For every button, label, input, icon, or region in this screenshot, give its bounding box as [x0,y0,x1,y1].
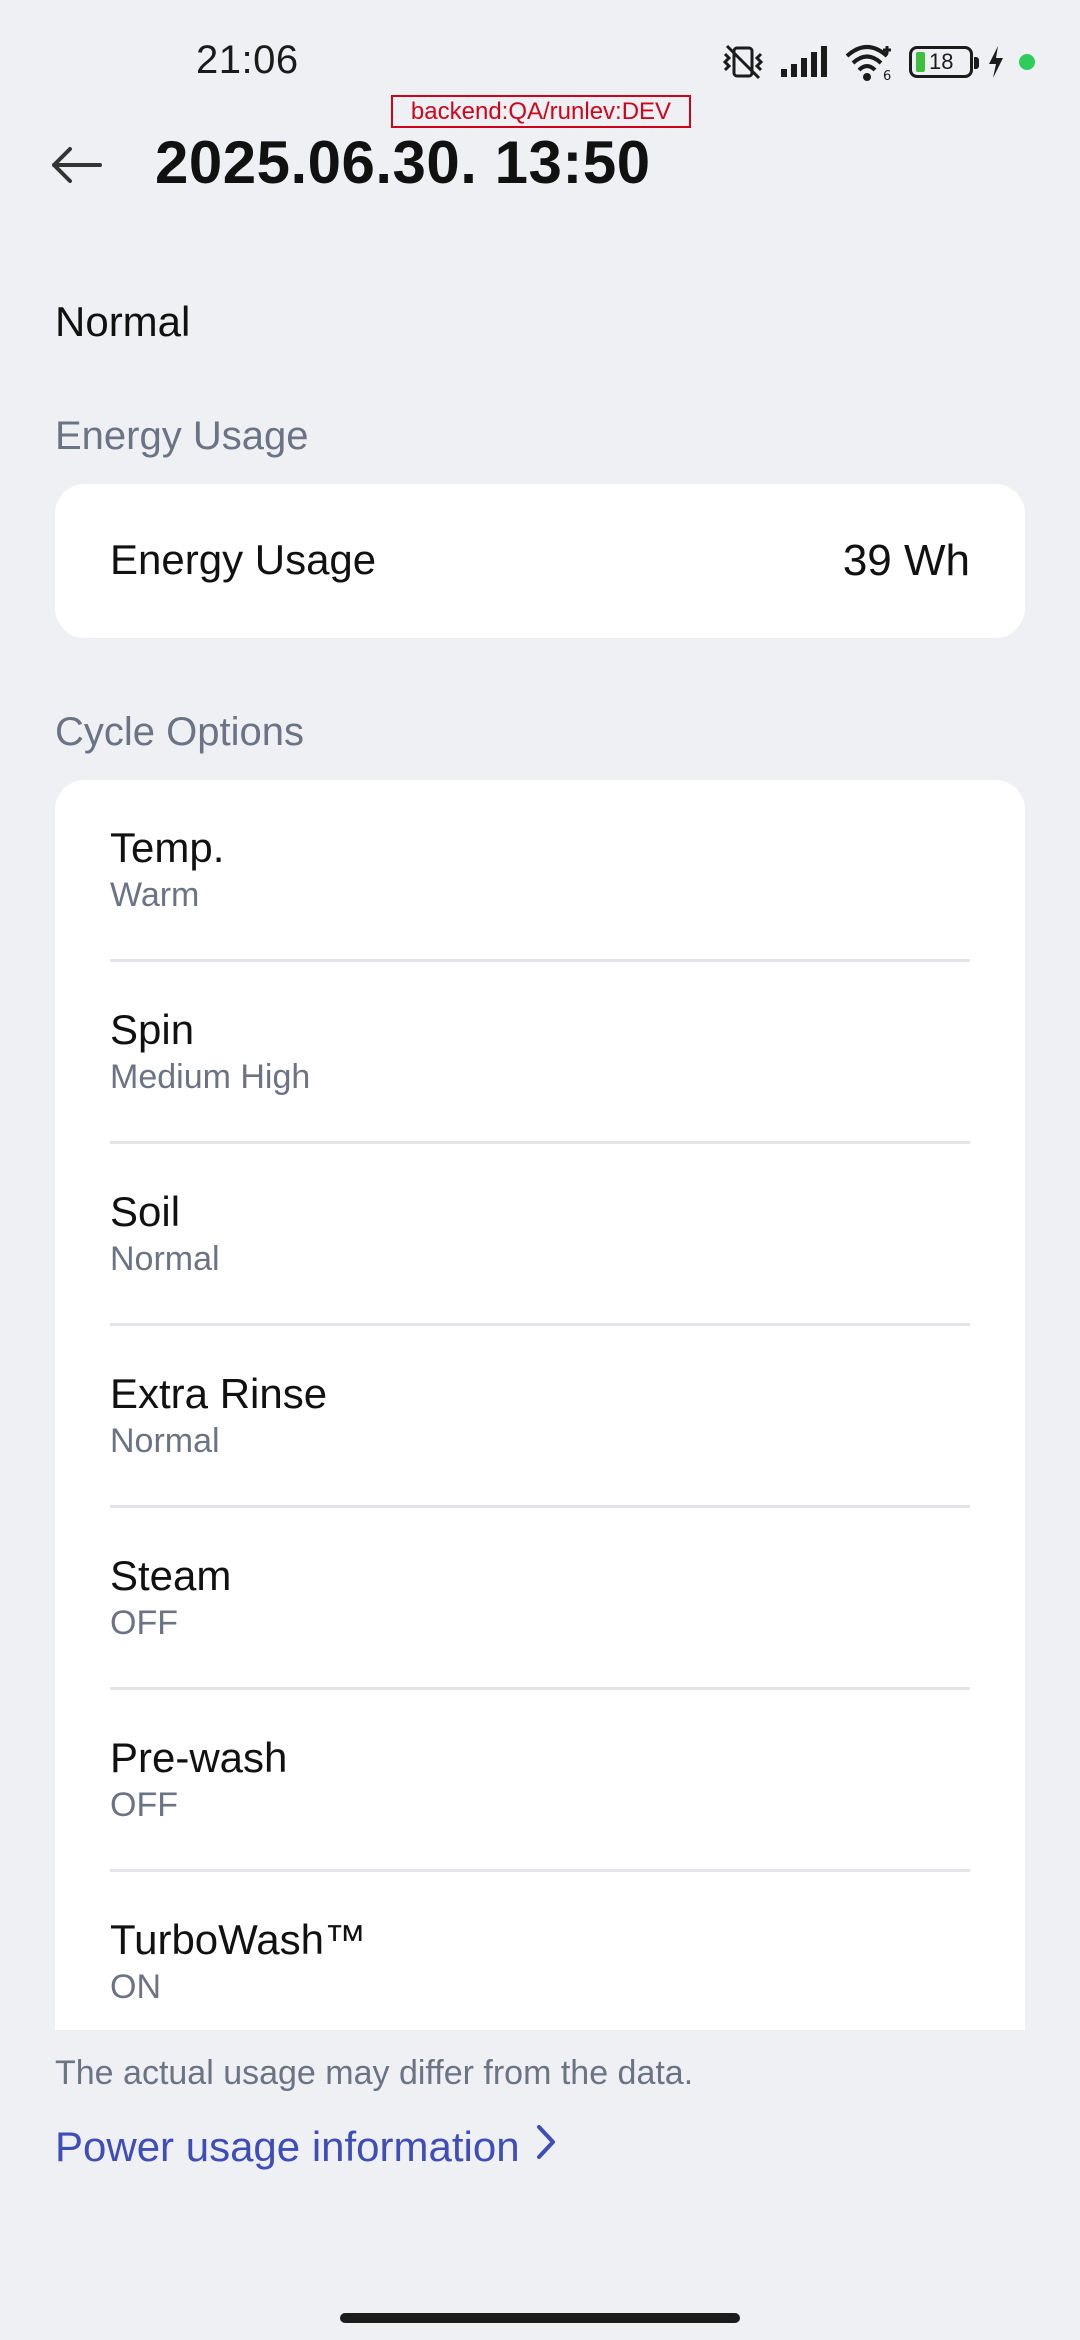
option-value: ON [110,1968,161,2006]
status-icons: 6 18 [721,40,1035,84]
battery-level: 18 [929,49,954,74]
option-title: Spin [110,1006,195,1053]
option-title: Temp. [110,824,225,871]
wifi-icon: 6 [843,42,895,82]
back-arrow-icon [50,145,102,190]
energy-label: Energy Usage [110,536,377,583]
power-usage-info-link[interactable]: Power usage information [55,2122,558,2172]
power-usage-info-label: Power usage information [55,2123,520,2170]
chevron-right-icon [534,2122,558,2172]
option-title: TurboWash™ [110,1916,366,1963]
back-button[interactable] [44,135,108,199]
vibrate-mute-icon [721,42,765,82]
option-value: Normal [110,1240,220,1278]
option-row-spin: Spin Medium High [110,962,970,1144]
cycle-options-section-title: Cycle Options [55,710,304,754]
charging-icon [987,45,1005,79]
status-time: 21:06 [196,38,299,82]
option-row-soil: Soil Normal [110,1144,970,1326]
option-row-turbowash: TurboWash™ ON [110,1872,970,2030]
option-value: Normal [110,1422,220,1460]
signal-icon [779,45,829,79]
usage-disclaimer: The actual usage may differ from the dat… [55,2054,694,2092]
option-row-pre-wash: Pre-wash OFF [110,1690,970,1872]
option-row-temp: Temp. Warm [110,780,970,962]
course-name: Normal [55,298,191,345]
option-value: Medium High [110,1058,311,1096]
energy-section-title: Energy Usage [55,414,309,458]
svg-text:6: 6 [883,69,891,82]
option-value: Warm [110,876,200,914]
home-indicator[interactable] [340,2313,740,2323]
energy-value: 39 Wh [842,536,970,585]
option-title: Pre-wash [110,1734,288,1781]
option-row-steam: Steam OFF [110,1508,970,1690]
energy-card: Energy Usage 39 Wh [55,484,1025,638]
option-title: Extra Rinse [110,1370,328,1417]
option-title: Steam [110,1552,232,1599]
option-title: Soil [110,1188,181,1235]
battery-fill [916,52,925,72]
debug-badge: backend:QA/runlev:DEV [391,95,691,128]
cycle-options-card: Temp. Warm Spin Medium High Soil Normal … [55,780,1025,2030]
battery-icon: 18 [909,46,979,78]
option-value: OFF [110,1786,178,1824]
page-title: 2025.06.30. 13:50 [155,129,651,196]
option-value: OFF [110,1604,178,1642]
status-dot-icon [1019,54,1035,70]
option-row-extra-rinse: Extra Rinse Normal [110,1326,970,1508]
